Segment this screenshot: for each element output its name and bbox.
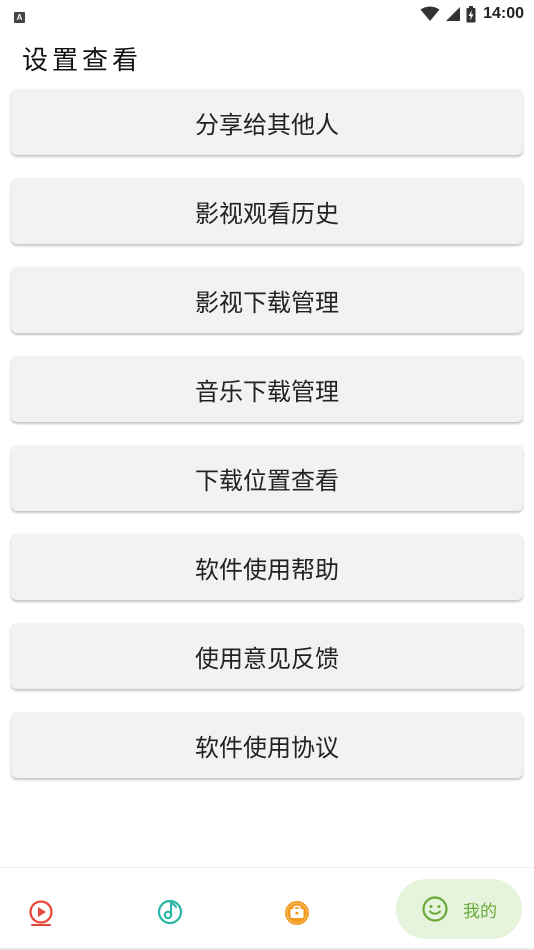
user-agreement-button[interactable]: 软件使用协议 [11,712,523,778]
page-title: 设置查看 [22,46,143,76]
download-location-button[interactable]: 下载位置查看 [11,445,523,511]
nav-toolbox-tab[interactable] [280,896,314,930]
status-right: 14:00 [420,5,524,23]
music-download-manager-button[interactable]: 音乐下载管理 [11,356,523,422]
play-circle-icon [29,900,53,926]
music-disc-icon [157,899,183,925]
wifi-icon [420,6,440,21]
battery-icon [466,5,476,22]
nav-music-tab[interactable] [153,894,187,928]
settings-menu-list: 分享给其他人 影视观看历史 影视下载管理 音乐下载管理 下载位置查看 软件使用帮… [11,89,523,801]
signal-icon [446,7,461,21]
nav-mine-label: 我的 [463,901,497,922]
help-button[interactable]: 软件使用帮助 [11,534,523,600]
nav-mine-tab[interactable]: 我的 [396,879,522,939]
watch-history-button[interactable]: 影视观看历史 [11,178,523,244]
feedback-button[interactable]: 使用意见反馈 [11,623,523,689]
toolbox-icon [285,901,309,925]
video-download-manager-button[interactable]: 影视下载管理 [11,267,523,333]
a-notification-icon: A [14,11,25,23]
status-bar: A 14:00 [0,0,534,28]
share-button[interactable]: 分享给其他人 [11,89,523,155]
smile-icon [422,896,448,922]
bottom-nav: 我的 [0,867,534,950]
status-time: 14:00 [483,5,524,22]
status-left: A [14,5,25,24]
nav-video-tab[interactable] [24,896,58,930]
